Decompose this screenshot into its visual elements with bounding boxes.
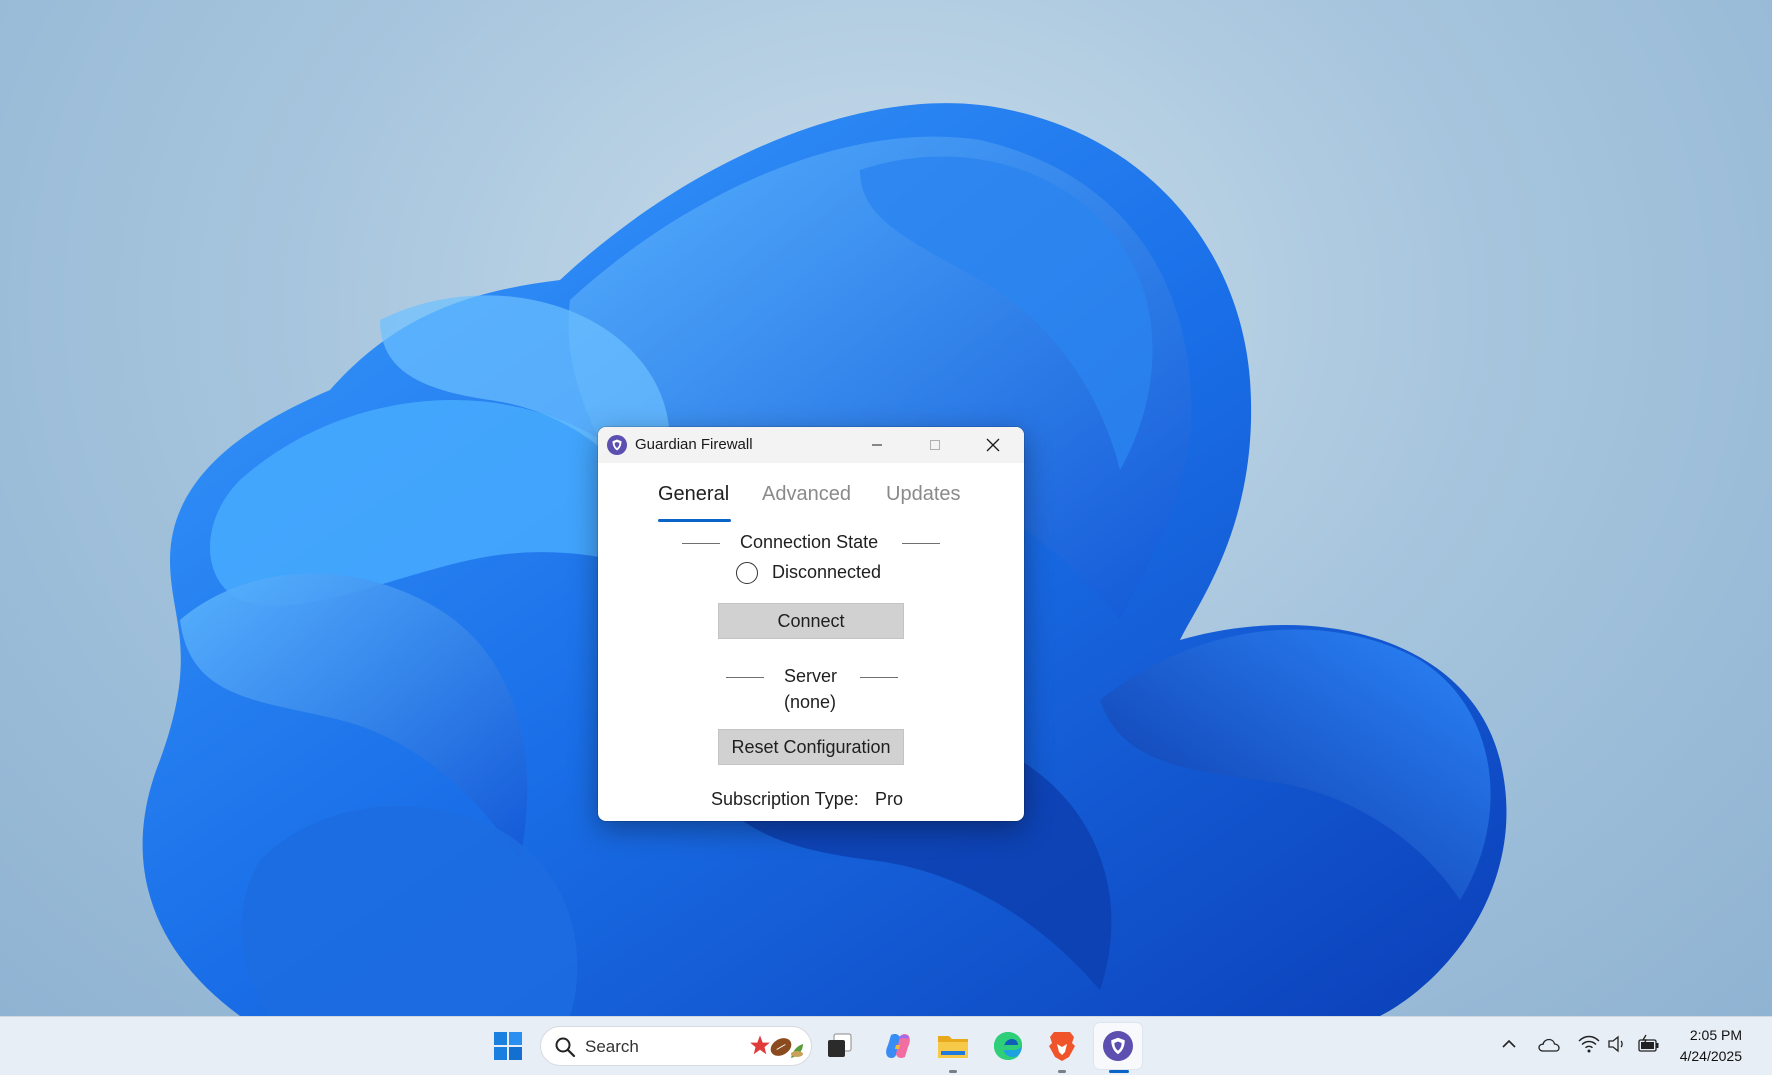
- taskbar: Search 2:05 PM 4/24/2025: [0, 1016, 1772, 1075]
- file-explorer-icon: [938, 1036, 968, 1058]
- start-button[interactable]: [487, 1025, 529, 1067]
- search-highlight-icon: [750, 1035, 803, 1058]
- close-icon: [986, 438, 1000, 452]
- search-icon: [555, 1037, 576, 1058]
- taskbar-search-box[interactable]: Search: [540, 1026, 812, 1066]
- onedrive-cloud-icon[interactable]: [1538, 1038, 1560, 1052]
- divider-right: [860, 677, 898, 678]
- volume-icon[interactable]: [1607, 1035, 1629, 1053]
- copilot-button[interactable]: [877, 1025, 919, 1067]
- task-view-icon: [828, 1033, 852, 1057]
- connection-status-indicator: [736, 562, 758, 584]
- close-button[interactable]: [964, 427, 1022, 463]
- start-icon: [494, 1032, 522, 1060]
- brave-button[interactable]: [1041, 1025, 1083, 1067]
- subscription-type-value: Pro: [875, 789, 904, 809]
- wifi-icon[interactable]: [1578, 1035, 1600, 1053]
- guardian-active-indicator: [1109, 1070, 1129, 1073]
- connect-button[interactable]: Connect: [718, 603, 904, 639]
- shield-app-icon: [607, 435, 627, 455]
- tab-general[interactable]: General: [658, 483, 729, 506]
- clock-date[interactable]: 4/24/2025: [1680, 1048, 1742, 1064]
- server-heading: Server: [784, 666, 838, 686]
- file-explorer-button[interactable]: [932, 1025, 974, 1067]
- edge-icon: [994, 1032, 1022, 1060]
- maximize-icon: [930, 440, 940, 450]
- show-hidden-icons-chevron-icon[interactable]: [1501, 1036, 1517, 1052]
- divider-left: [682, 543, 720, 544]
- edge-button[interactable]: [987, 1025, 1029, 1067]
- divider-right: [902, 543, 940, 544]
- window-title: Guardian Firewall: [635, 436, 753, 453]
- connection-state-heading: Connection State: [740, 532, 879, 552]
- subscription-type-label: Subscription Type:: [711, 789, 859, 809]
- maximize-button[interactable]: [906, 427, 964, 463]
- tab-updates[interactable]: Updates: [886, 483, 961, 506]
- desktop: Guardian Firewall General Advanced Updat…: [0, 0, 1772, 1016]
- title-bar[interactable]: Guardian Firewall: [598, 427, 1024, 463]
- divider-left: [726, 677, 764, 678]
- minimize-icon: [872, 444, 882, 446]
- task-view-button[interactable]: [818, 1025, 860, 1067]
- minimize-button[interactable]: [848, 427, 906, 463]
- guardian-firewall-taskbar-icon-holder[interactable]: [1097, 1025, 1139, 1067]
- connection-status-text: Disconnected: [772, 562, 882, 582]
- battery-charging-icon[interactable]: [1637, 1034, 1661, 1054]
- reset-configuration-button[interactable]: Reset Configuration: [718, 729, 904, 765]
- explorer-running-indicator: [949, 1070, 957, 1073]
- server-value: (none): [784, 692, 837, 712]
- brave-running-indicator: [1058, 1070, 1066, 1073]
- guardian-firewall-window: Guardian Firewall General Advanced Updat…: [598, 427, 1024, 821]
- guardian-firewall-icon: [1103, 1031, 1133, 1061]
- brave-icon: [1049, 1032, 1075, 1061]
- tab-advanced[interactable]: Advanced: [762, 483, 851, 506]
- active-tab-indicator: [658, 519, 731, 522]
- search-label: Search: [585, 1037, 639, 1056]
- copilot-icon: [886, 1033, 910, 1059]
- clock-time[interactable]: 2:05 PM: [1690, 1027, 1742, 1043]
